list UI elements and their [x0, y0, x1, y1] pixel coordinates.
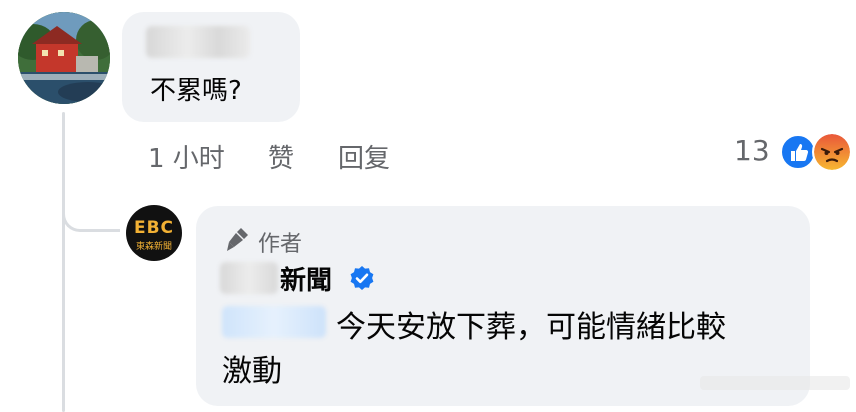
thread-line — [62, 112, 65, 412]
mentioned-person-redacted[interactable] — [222, 306, 326, 338]
angry-icon[interactable] — [812, 132, 852, 172]
watermark-image — [700, 376, 850, 390]
verified-badge-icon — [348, 264, 376, 292]
author-badge-icon — [222, 224, 252, 254]
ebc-logo: EBC — [133, 218, 175, 238]
comment-text: 不累嗎? — [150, 76, 242, 106]
like-icon[interactable] — [780, 134, 816, 170]
page-name[interactable]: 新聞 — [280, 260, 332, 297]
comment-timestamp[interactable]: 1 小时 — [148, 138, 225, 175]
page-name-redacted[interactable] — [220, 262, 278, 294]
thread-connector — [62, 196, 120, 232]
avatar-painting-image — [18, 12, 110, 104]
reply-text-line2: 激動 — [222, 354, 282, 389]
commenter-avatar[interactable] — [18, 12, 110, 104]
reply-button[interactable]: 回复 — [338, 138, 390, 175]
like-button[interactable]: 赞 — [268, 138, 294, 175]
author-badge-label: 作者 — [258, 232, 303, 257]
reply-text-line1: 今天安放下葬，可能情緒比較 — [336, 310, 726, 345]
ebc-logo-subtitle: 東森新聞 — [135, 242, 172, 252]
page-avatar[interactable]: EBC 東森新聞 — [126, 205, 182, 261]
reaction-count[interactable]: 13 — [734, 134, 770, 167]
commenter-name-redacted[interactable] — [146, 26, 250, 58]
